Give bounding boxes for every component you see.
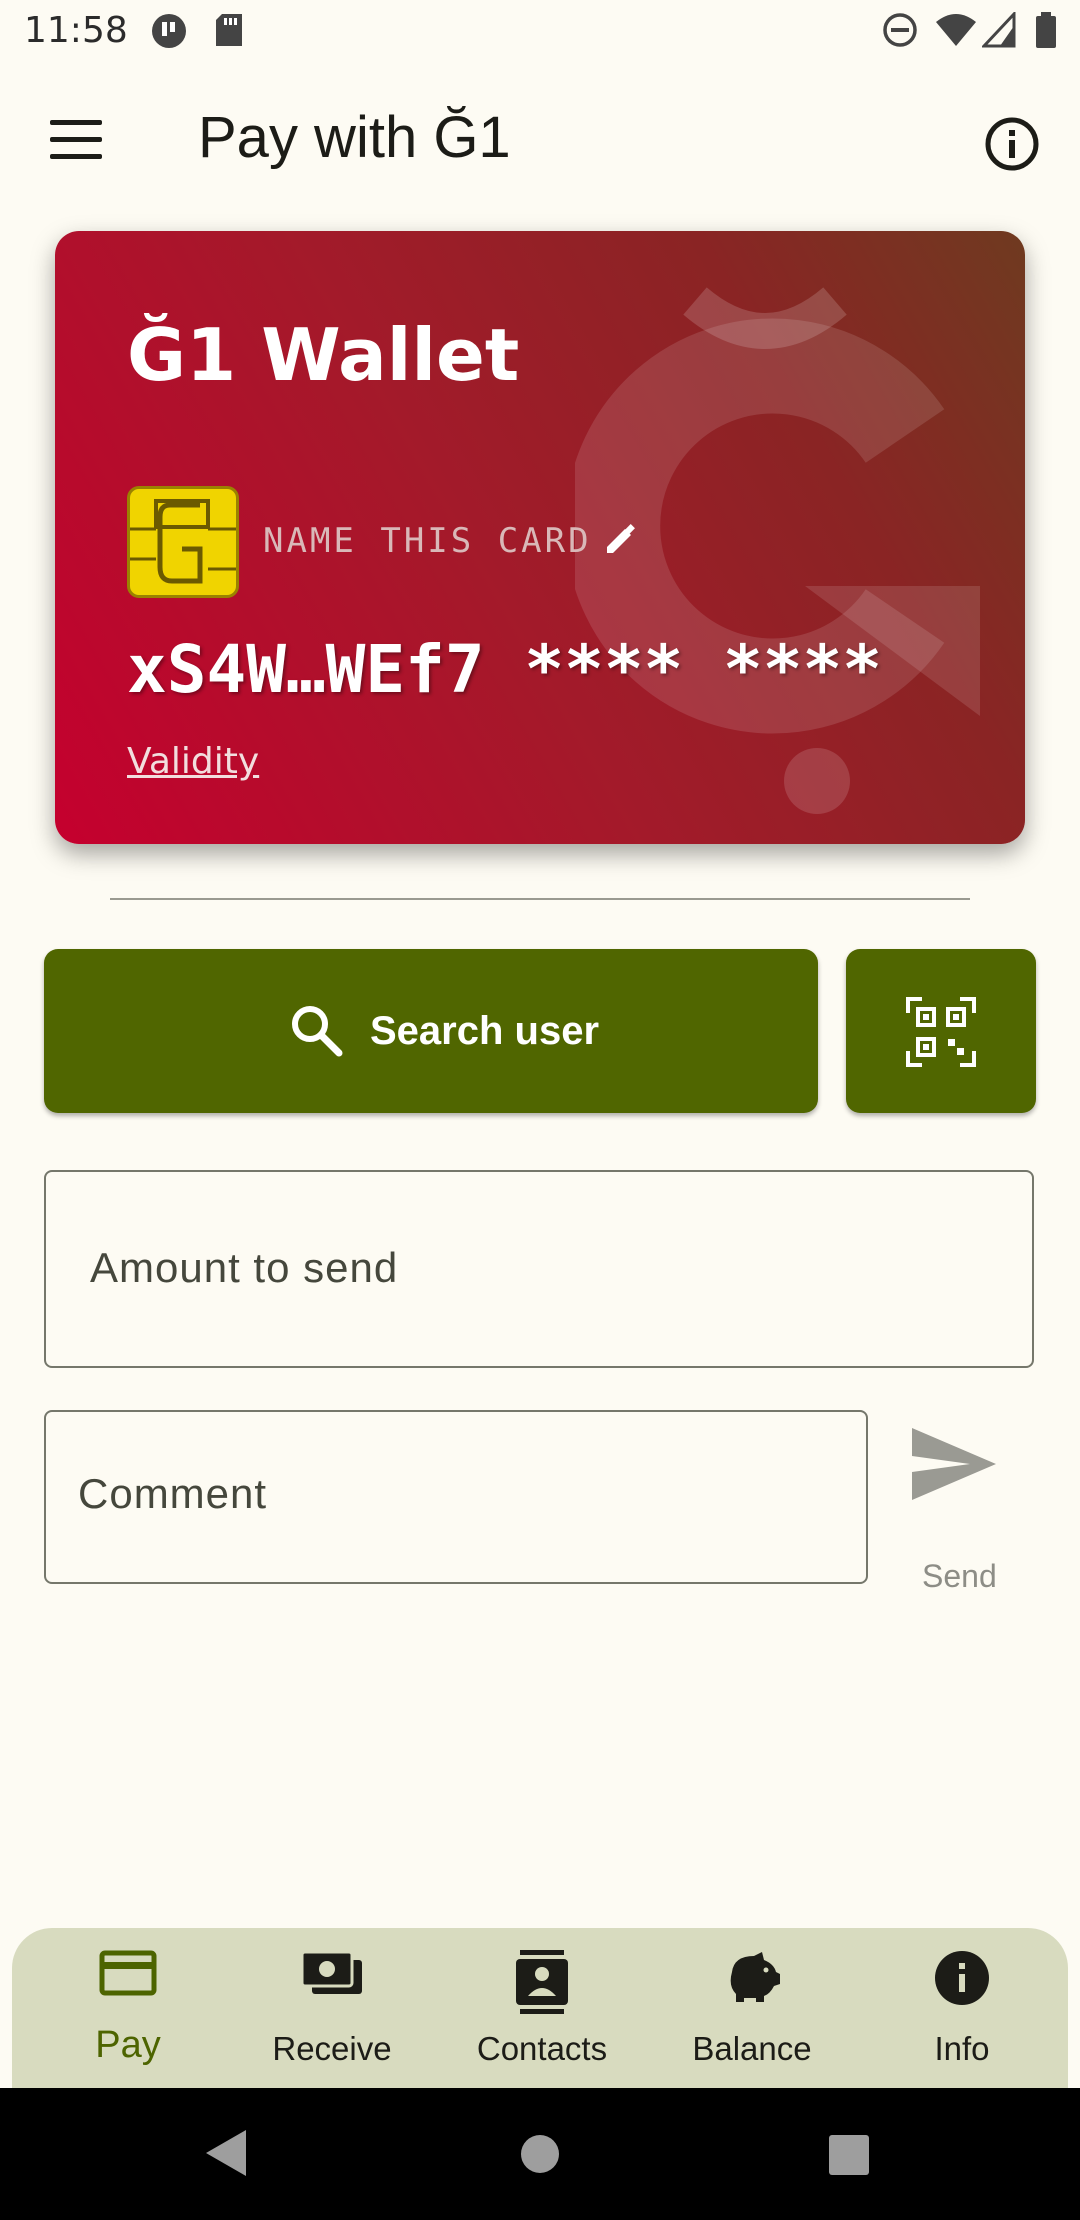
send-icon [912, 1428, 996, 1500]
status-time: 11:58 [24, 10, 128, 51]
card-public-key: xS4W…WEf7 **** **** [127, 631, 882, 708]
validity-link[interactable]: Validity [127, 741, 259, 782]
wallet-card[interactable]: Ğ1 Wallet NAME THIS CARD xS4W…WEf7 **** … [55, 231, 1025, 844]
nav-item-info[interactable]: Info [856, 1928, 1068, 2088]
qr-scan-button[interactable] [846, 949, 1036, 1113]
piggy-bank-icon [730, 1952, 780, 2002]
nav-item-receive[interactable]: Receive [226, 1928, 438, 2088]
search-user-button[interactable]: Search user [44, 949, 818, 1113]
nav-label-balance: Balance [692, 2030, 812, 2067]
contacts-icon [516, 1950, 568, 2014]
info-outline-icon[interactable] [984, 116, 1040, 172]
nav-label-contacts: Contacts [476, 2030, 608, 2067]
page-title: Pay with Ğ1 [198, 105, 511, 170]
battery-icon [1036, 12, 1056, 48]
qr-scan-icon [906, 997, 976, 1067]
info-icon [935, 1951, 989, 2005]
nav-label-receive: Receive [272, 2030, 392, 2067]
card-title: Ğ1 Wallet [127, 313, 520, 397]
nav-label-info: Info [934, 2030, 990, 2067]
comment-placeholder: Comment [78, 1470, 268, 1517]
menu-icon[interactable] [44, 120, 108, 164]
amount-field[interactable]: Amount to send [44, 1170, 1034, 1368]
status-bar: 11:58 [0, 0, 1080, 66]
credit-card-icon [99, 1950, 157, 1996]
app-notification-icon [152, 14, 186, 48]
search-icon [292, 1006, 343, 1057]
bottom-navigation: Pay Receive Contacts Balance Info [12, 1928, 1068, 2088]
system-navigation-bar [0, 2088, 1080, 2220]
nav-item-pay[interactable]: Pay [22, 1928, 234, 2088]
signal-icon [982, 12, 1016, 48]
edit-pencil-icon[interactable] [603, 523, 637, 557]
money-icon [300, 1950, 362, 1994]
send-label: Send [922, 1558, 997, 1594]
nav-item-balance[interactable]: Balance [646, 1928, 858, 2088]
back-icon[interactable] [204, 2128, 248, 2178]
send-button[interactable]: Send [900, 1420, 1020, 1600]
divider [110, 898, 970, 900]
sd-card-icon [216, 14, 242, 46]
g1-logo-watermark-icon [575, 287, 980, 814]
comment-field[interactable]: Comment [44, 1410, 868, 1584]
card-chip-icon [127, 486, 239, 598]
recents-icon[interactable] [828, 2134, 870, 2176]
do-not-disturb-icon [883, 13, 917, 47]
search-user-label: Search user [370, 1009, 600, 1053]
nav-label-pay: Pay [95, 2024, 161, 2066]
nav-item-contacts[interactable]: Contacts [436, 1928, 648, 2088]
wifi-icon [936, 14, 976, 46]
app-bar: Pay with Ğ1 [0, 70, 1080, 220]
home-icon[interactable] [520, 2134, 560, 2174]
amount-placeholder: Amount to send [90, 1244, 399, 1291]
card-name-label[interactable]: NAME THIS CARD [263, 521, 592, 561]
